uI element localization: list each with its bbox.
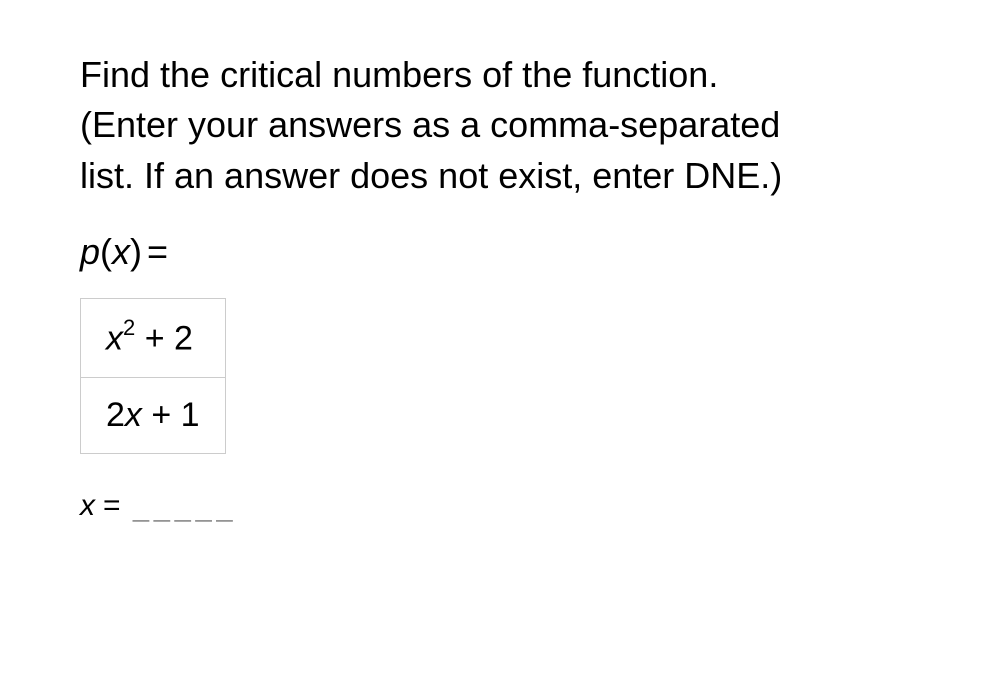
denominator-rest: + 1 xyxy=(142,396,200,434)
answer-variable: x xyxy=(80,489,95,523)
problem-statement: Find the critical numbers of the functio… xyxy=(80,50,925,201)
fraction-numerator: x2 + 2 xyxy=(81,299,225,377)
numerator-exponent: 2 xyxy=(123,315,135,340)
equals-sign: = xyxy=(147,231,168,272)
close-paren: ) xyxy=(130,231,142,272)
answer-blank[interactable]: _____ xyxy=(133,489,237,522)
denominator-x: x xyxy=(125,396,142,434)
problem-line-2: (Enter your answers as a comma-separated xyxy=(80,104,780,145)
problem-line-3: list. If an answer does not exist, enter… xyxy=(80,155,782,196)
function-variable: x xyxy=(112,231,130,272)
numerator-rest: + 2 xyxy=(135,320,193,358)
denominator-coef: 2 xyxy=(106,396,125,434)
function-definition: p(x)= xyxy=(80,231,925,273)
fraction-box: x2 + 2 2x + 1 xyxy=(80,298,226,453)
answer-equals: = xyxy=(103,489,121,523)
problem-line-1: Find the critical numbers of the functio… xyxy=(80,54,718,95)
open-paren: ( xyxy=(100,231,112,272)
fraction-expression: x2 + 2 2x + 1 xyxy=(80,298,226,453)
numerator-x: x xyxy=(106,320,123,358)
answer-row: x = _____ xyxy=(80,489,925,523)
fraction-denominator: 2x + 1 xyxy=(81,378,225,453)
function-name: p xyxy=(80,231,100,272)
